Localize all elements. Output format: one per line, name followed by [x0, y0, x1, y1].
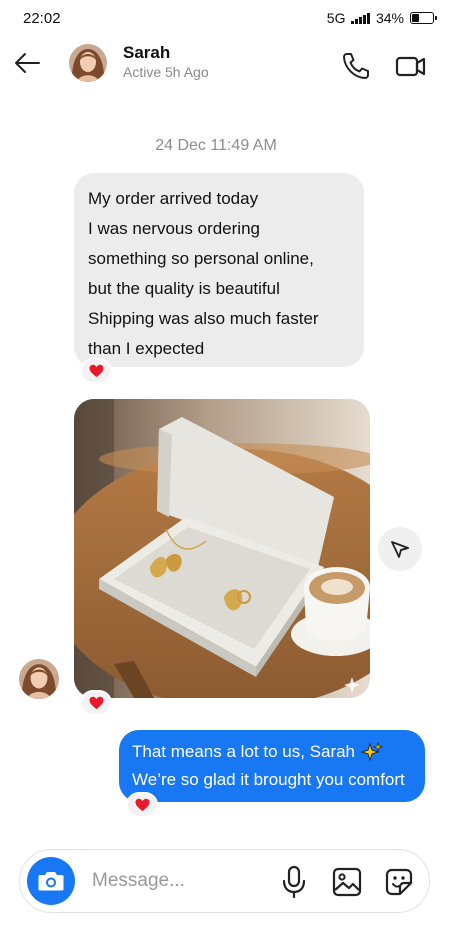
- camera-icon: [38, 872, 64, 891]
- battery-icon: [410, 12, 437, 24]
- share-button[interactable]: [378, 527, 422, 571]
- battery-percent: 34%: [375, 10, 404, 26]
- heart-icon: [89, 364, 103, 378]
- phone-icon: [343, 53, 369, 79]
- sparkles-icon: [361, 742, 383, 762]
- photo-reaction[interactable]: [80, 690, 112, 716]
- shared-photo[interactable]: [74, 399, 370, 698]
- message-composer: [19, 849, 430, 913]
- message-line: something so personal online,: [88, 249, 314, 268]
- heart-icon: [89, 696, 103, 710]
- message-line: but the quality is beautiful: [88, 279, 280, 298]
- voice-message-button[interactable]: [278, 864, 310, 900]
- message-line: We’re so glad it brought you comfort: [132, 770, 405, 789]
- camera-button[interactable]: [27, 857, 75, 905]
- contact-name[interactable]: Sarah: [123, 43, 170, 63]
- back-button[interactable]: [12, 48, 42, 78]
- message-line: Shipping was also much faster: [88, 309, 319, 328]
- sticker-icon: [385, 868, 413, 896]
- microphone-icon: [282, 865, 306, 899]
- video-camera-icon: [395, 56, 426, 77]
- outgoing-message-bubble[interactable]: That means a lot to us, Sarah We’re so g…: [119, 730, 425, 802]
- message-reaction[interactable]: [80, 358, 112, 384]
- sticker-button[interactable]: [383, 866, 415, 898]
- message-line: That means a lot to us, Sarah: [132, 738, 425, 766]
- heart-icon: [135, 798, 149, 812]
- message-input[interactable]: [92, 866, 272, 896]
- contact-avatar[interactable]: [69, 44, 107, 82]
- status-bar: 22:02 5G 34%: [0, 0, 450, 34]
- video-call-button[interactable]: [394, 50, 428, 82]
- message-line: I was nervous ordering: [88, 219, 260, 238]
- message-timestamp: 24 Dec 11:49 AM: [155, 137, 277, 154]
- network-type: 5G: [326, 10, 346, 26]
- message-line: than I expected: [88, 339, 205, 358]
- image-icon: [332, 867, 362, 897]
- message-line: My order arrived today: [88, 189, 259, 208]
- gallery-button[interactable]: [331, 866, 363, 898]
- arrow-left-icon: [15, 53, 40, 73]
- signal-icon: [351, 12, 370, 24]
- voice-call-button[interactable]: [340, 50, 372, 82]
- incoming-message-bubble[interactable]: My order arrived today I was nervous ord…: [74, 173, 364, 367]
- contact-status: Active 5h Ago: [123, 64, 209, 80]
- outgoing-reaction[interactable]: [126, 792, 158, 818]
- sender-avatar[interactable]: [19, 659, 59, 699]
- status-indicators: 5G 34%: [326, 10, 437, 26]
- status-time: 22:02: [23, 10, 61, 27]
- message-text: That means a lot to us, Sarah: [132, 742, 356, 761]
- chat-header: Sarah Active 5h Ago: [0, 34, 450, 94]
- send-icon: [391, 541, 409, 558]
